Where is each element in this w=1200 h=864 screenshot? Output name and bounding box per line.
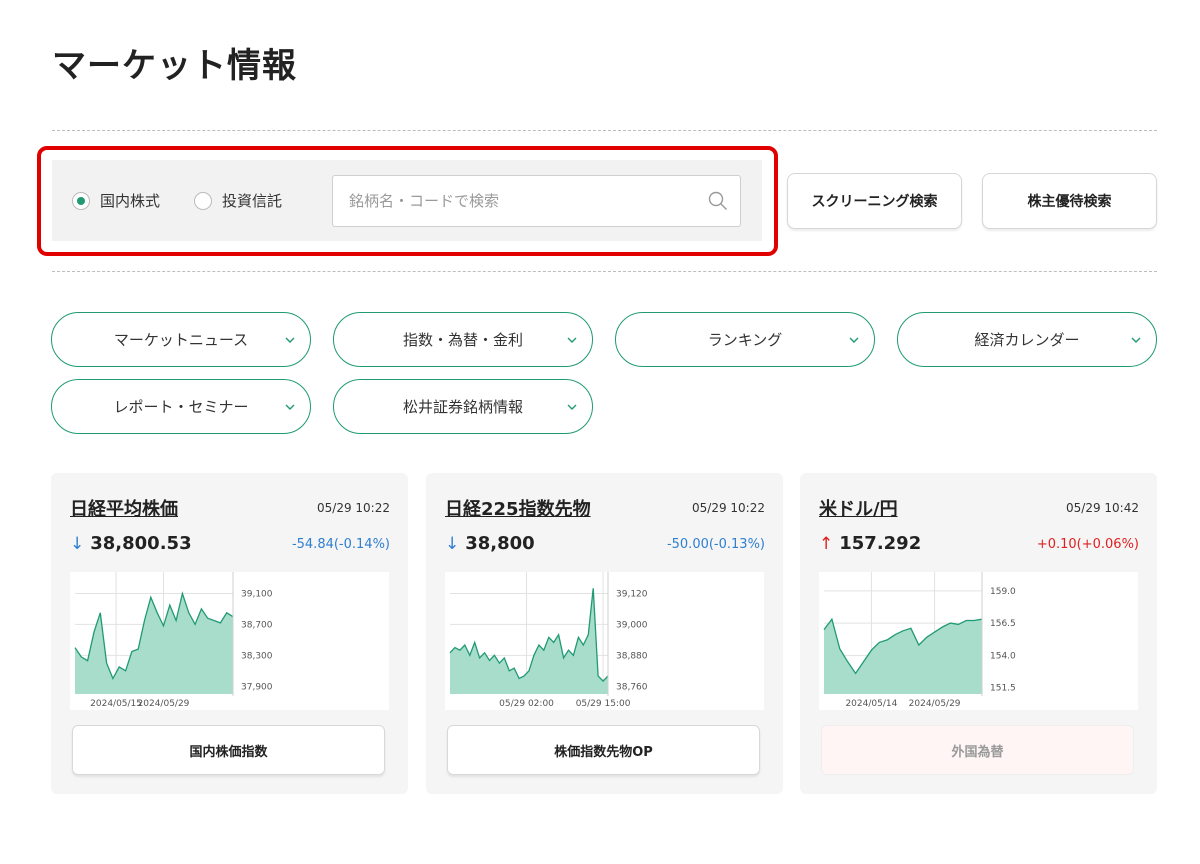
nav-economic-calendar[interactable]: 経済カレンダー [897, 312, 1157, 367]
series-area [75, 593, 233, 694]
screening-search-button[interactable]: スクリーニング検索 [787, 173, 962, 229]
market-card-usd-jpy: 米ドル/円 05/29 10:42 ↑ 157.292 +0.10(+0.06%… [800, 473, 1157, 794]
nav-ranking[interactable]: ランキング [615, 312, 875, 367]
search-input[interactable] [349, 176, 689, 226]
radio-investment-trust[interactable]: 投資信託 [194, 190, 282, 211]
market-card-nikkei-futures: 日経225指数先物 05/29 10:22 ↓ 38,800 -50.00(-0… [426, 473, 783, 794]
x-tick-label: 05/29 02:00 [499, 699, 554, 709]
card-change: -54.84(-0.14%) [291, 537, 390, 552]
y-tick-label: 38,760 [616, 682, 648, 692]
card-title-link[interactable]: 日経225指数先物 [445, 495, 591, 521]
domestic-index-button[interactable]: 国内株価指数 [72, 725, 385, 775]
card-timestamp: 05/29 10:22 [692, 501, 765, 515]
chevron-down-icon [285, 337, 295, 343]
x-tick-label: 2024/05/29 [138, 699, 190, 709]
y-tick-label: 39,120 [616, 589, 648, 599]
x-tick-label: 2024/05/15 [90, 699, 142, 709]
search-icon[interactable] [708, 191, 728, 211]
nav-market-news[interactable]: マーケットニュース [51, 312, 311, 367]
divider-bottom [52, 271, 1157, 272]
index-futures-op-button[interactable]: 株価指数先物OP [447, 725, 760, 775]
mini-chart-futures: 39,120 39,000 38,880 38,760 05/29 02:00 05/29… [445, 572, 764, 710]
y-tick-label: 151.5 [990, 684, 1016, 694]
mini-chart-usdjpy: 159.0 156.5 154.0 151.5 2024/05/14 2024/05/29 [819, 572, 1138, 710]
chevron-down-icon [285, 404, 295, 410]
chevron-down-icon [567, 404, 577, 410]
nav-matsui-stock-info[interactable]: 松井証券銘柄情報 [333, 379, 593, 434]
card-change: -50.00(-0.13%) [666, 537, 765, 552]
y-tick-label: 39,000 [616, 620, 648, 630]
card-price: ↓ 38,800 [445, 533, 535, 554]
card-timestamp: 05/29 10:22 [317, 501, 390, 515]
arrow-down-icon: ↓ [445, 533, 460, 554]
nav-label: マーケットニュース [113, 331, 249, 349]
chevron-down-icon [849, 337, 859, 343]
series-area [450, 588, 608, 694]
chevron-down-icon [567, 337, 577, 343]
y-tick-label: 39,100 [241, 589, 273, 599]
card-price: ↑ 157.292 [819, 533, 921, 554]
x-tick-label: 05/29 15:00 [576, 699, 631, 709]
card-change: +0.10(+0.06%) [1036, 537, 1139, 552]
nav-index-fx-rates[interactable]: 指数・為替・金利 [333, 312, 593, 367]
market-card-nikkei-average: 日経平均株価 05/29 10:22 ↓ 38,800.53 -54.84(-0… [51, 473, 408, 794]
arrow-up-icon: ↑ [819, 533, 834, 554]
x-tick-label: 2024/05/29 [909, 699, 961, 709]
divider-top [52, 130, 1157, 131]
y-tick-label: 156.5 [990, 619, 1016, 629]
forex-button[interactable]: 外国為替 [821, 725, 1134, 775]
mini-chart-nikkei: 39,100 38,700 38,300 37,900 2024/05/152024/0… [70, 572, 389, 710]
card-price-value: 38,800.53 [90, 533, 192, 554]
nav-label: ランキング [707, 331, 783, 349]
card-title-link[interactable]: 日経平均株価 [70, 495, 178, 521]
y-tick-label: 38,880 [616, 651, 648, 661]
radio-unselected-icon [194, 191, 212, 210]
y-tick-label: 38,300 [241, 651, 273, 661]
x-tick-label: 2024/05/14 [845, 699, 897, 709]
shareholder-benefit-search-button[interactable]: 株主優待検索 [982, 173, 1157, 229]
nav-label: 指数・為替・金利 [402, 331, 523, 349]
radio-domestic-stock[interactable]: 国内株式 [72, 190, 160, 211]
page-title: マーケット情報 [52, 46, 297, 86]
y-tick-label: 159.0 [990, 587, 1016, 597]
card-title-link[interactable]: 米ドル/円 [819, 495, 898, 521]
y-tick-label: 38,700 [241, 620, 273, 630]
nav-label: 松井証券銘柄情報 [402, 398, 523, 416]
y-tick-label: 154.0 [990, 651, 1016, 661]
radio-fund-label: 投資信託 [222, 192, 283, 210]
search-box [332, 175, 741, 227]
arrow-down-icon: ↓ [70, 533, 85, 554]
nav-label: 経済カレンダー [974, 331, 1080, 349]
radio-domestic-label: 国内株式 [100, 192, 161, 210]
card-price-value: 157.292 [839, 533, 922, 554]
chevron-down-icon [1131, 337, 1141, 343]
radio-selected-icon [72, 191, 90, 210]
card-price-value: 38,800 [465, 533, 535, 554]
nav-label: レポート・セミナー [113, 398, 249, 416]
y-tick-label: 37,900 [241, 682, 273, 692]
card-price: ↓ 38,800.53 [70, 533, 192, 554]
nav-report-seminar[interactable]: レポート・セミナー [51, 379, 311, 434]
card-timestamp: 05/29 10:42 [1066, 501, 1139, 515]
